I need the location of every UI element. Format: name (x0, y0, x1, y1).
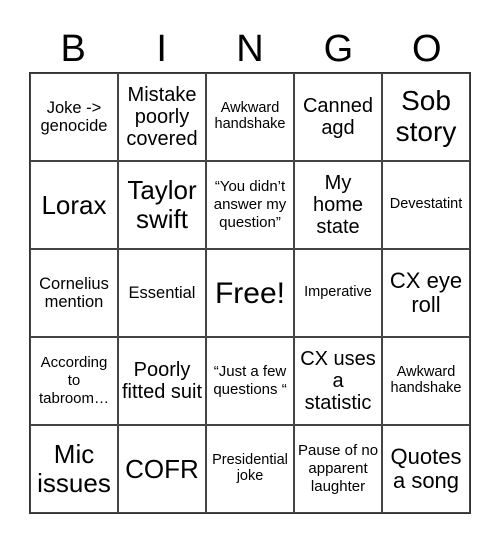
bingo-cell[interactable]: Imperative (294, 249, 382, 337)
bingo-cell[interactable]: Taylor swift (118, 161, 206, 249)
cell-text: Awkward handshake (214, 100, 286, 132)
bingo-cell[interactable]: Essential (118, 249, 206, 337)
bingo-cell[interactable]: Pause of no apparent laughter (294, 425, 382, 513)
cell-text: Canned agd (302, 95, 374, 139)
cell-text: “You didn’t answer my question” (213, 178, 287, 231)
cell-text: Essential (128, 283, 196, 302)
header-letter-n: N (236, 28, 264, 70)
bingo-cell[interactable]: Joke -> genocide (30, 73, 118, 161)
bingo-header: B I N G O (29, 26, 471, 72)
bingo-cell[interactable]: Quotes a song (382, 425, 470, 513)
header-letter-g: G (323, 28, 354, 70)
cell-text: Mistake poorly covered (126, 84, 198, 150)
bingo-cell[interactable]: Devestatint (382, 161, 470, 249)
bingo-cell[interactable]: Awkward handshake (206, 73, 294, 161)
free-space-cell[interactable]: Free! (206, 249, 294, 337)
cell-text: Devestatint (389, 196, 463, 213)
bingo-cell[interactable]: Canned agd (294, 73, 382, 161)
cell-text: Presidential joke (212, 452, 288, 484)
cell-text: Lorax (41, 189, 107, 220)
cell-text: Awkward handshake (390, 364, 462, 396)
cell-text: Imperative (304, 284, 372, 301)
bingo-cell[interactable]: CX uses a statistic (294, 337, 382, 425)
bingo-cell[interactable]: “You didn’t answer my question” (206, 161, 294, 249)
bingo-cell[interactable]: Mic issues (30, 425, 118, 513)
cell-text: Poorly fitted suit (121, 359, 203, 403)
bingo-cell[interactable]: “Just a few questions “ (206, 337, 294, 425)
cell-text: CX uses a statistic (300, 348, 376, 414)
bingo-cell[interactable]: According to tabroom… (30, 337, 118, 425)
bingo-cell[interactable]: Sob story (382, 73, 470, 161)
bingo-cell[interactable]: Presidential joke (206, 425, 294, 513)
cell-text: Sob story (395, 85, 457, 147)
cell-text: Joke -> genocide (40, 98, 108, 135)
header-letter-i: I (156, 28, 167, 70)
free-space-text: Free! (214, 276, 286, 310)
header-letter-o: O (412, 28, 442, 70)
cell-text: My home state (312, 172, 364, 238)
cell-text: “Just a few questions “ (213, 363, 287, 398)
bingo-cell[interactable]: CX eye roll (382, 249, 470, 337)
bingo-card: Joke -> genocide Mistake poorly covered … (29, 72, 471, 514)
bingo-cell[interactable]: Cornelius mention (30, 249, 118, 337)
cell-text: Pause of no apparent laughter (297, 442, 379, 495)
bingo-cell[interactable]: My home state (294, 161, 382, 249)
cell-text: Taylor swift (127, 175, 197, 234)
bingo-cell[interactable]: COFR (118, 425, 206, 513)
cell-text: COFR (125, 453, 199, 484)
header-letter-b: B (60, 28, 86, 70)
cell-text: CX eye roll (389, 267, 463, 317)
cell-text: Cornelius mention (39, 274, 109, 311)
bingo-cell[interactable]: Poorly fitted suit (118, 337, 206, 425)
bingo-cell[interactable]: Lorax (30, 161, 118, 249)
cell-text: Quotes a song (390, 443, 462, 493)
bingo-cell[interactable]: Awkward handshake (382, 337, 470, 425)
cell-text: Mic issues (37, 439, 111, 498)
cell-text: According to tabroom… (38, 354, 110, 407)
bingo-cell[interactable]: Mistake poorly covered (118, 73, 206, 161)
